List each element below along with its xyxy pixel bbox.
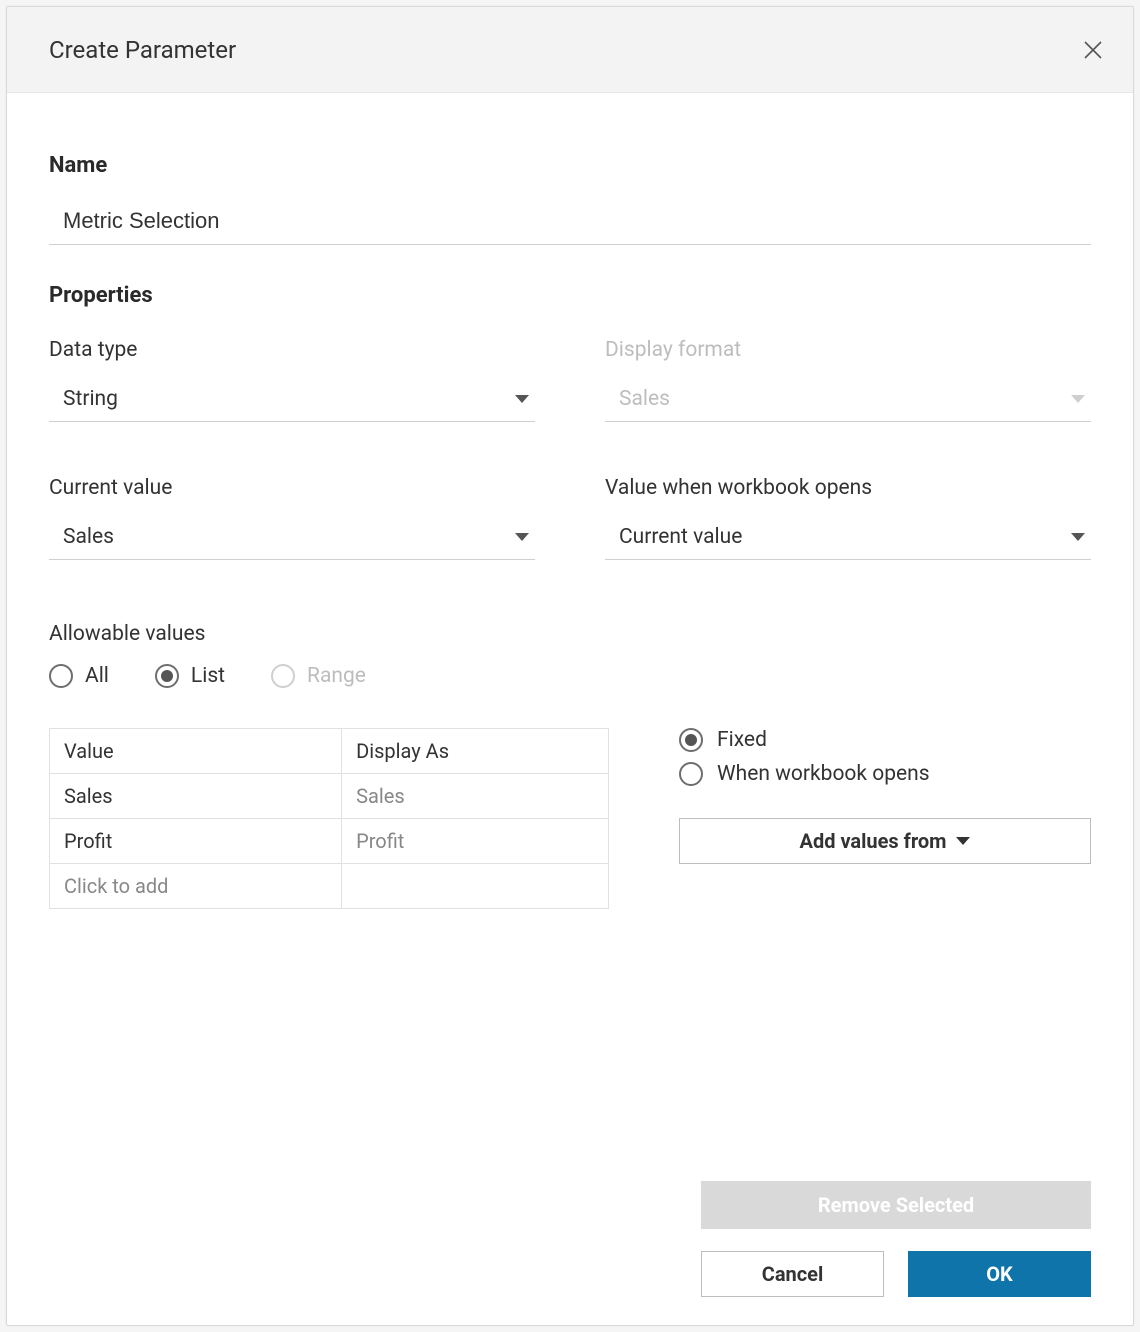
dialog-title: Create Parameter (49, 36, 236, 64)
display-format-select: Sales (605, 378, 1091, 422)
data-type-value: String (63, 387, 118, 411)
name-label: Name (49, 153, 1091, 178)
value-on-open-select[interactable]: Current value (605, 516, 1091, 560)
add-row-cell[interactable]: Click to add (50, 864, 342, 909)
dialog-content: Name Properties Data type String Display… (7, 93, 1133, 1325)
allowable-values-radios: All List Range (49, 664, 1091, 688)
close-icon[interactable] (1081, 38, 1105, 62)
properties-label: Properties (49, 283, 1091, 308)
radio-icon (49, 664, 73, 688)
titlebar: Create Parameter (7, 7, 1133, 93)
remove-selected-label: Remove Selected (818, 1193, 974, 1217)
radio-range: Range (271, 664, 366, 688)
radio-list[interactable]: List (155, 664, 225, 688)
cell-display[interactable]: Profit (342, 819, 609, 864)
chevron-down-icon (1071, 533, 1085, 541)
radio-all[interactable]: All (49, 664, 109, 688)
data-type-select[interactable]: String (49, 378, 535, 422)
data-type-label: Data type (49, 338, 535, 362)
add-values-from-button[interactable]: Add values from (679, 818, 1091, 864)
table-row[interactable]: Sales Sales (50, 774, 609, 819)
radio-icon (679, 728, 703, 752)
cell-display[interactable]: Sales (342, 774, 609, 819)
dialog-footer: Remove Selected Cancel OK (49, 1181, 1091, 1297)
radio-icon (679, 762, 703, 786)
allowable-values-label: Allowable values (49, 622, 1091, 646)
remove-selected-button: Remove Selected (701, 1181, 1091, 1229)
add-row-empty[interactable] (342, 864, 609, 909)
ok-label: OK (986, 1262, 1013, 1286)
display-format-label: Display format (605, 338, 1091, 362)
radio-icon (271, 664, 295, 688)
current-value-select[interactable]: Sales (49, 516, 535, 560)
radio-fixed[interactable]: Fixed (679, 728, 1091, 752)
table-row-add[interactable]: Click to add (50, 864, 609, 909)
chevron-down-icon (1071, 395, 1085, 403)
chevron-down-icon (515, 533, 529, 541)
ok-button[interactable]: OK (908, 1251, 1091, 1297)
chevron-down-icon (515, 395, 529, 403)
current-value-value: Sales (63, 525, 114, 549)
cancel-label: Cancel (762, 1262, 824, 1286)
value-on-open-value: Current value (619, 525, 742, 549)
radio-when-open[interactable]: When workbook opens (679, 762, 1091, 786)
radio-list-label: List (191, 664, 225, 688)
current-value-label: Current value (49, 476, 535, 500)
col-value: Value (50, 729, 342, 774)
name-input[interactable] (49, 198, 1091, 245)
add-values-label: Add values from (800, 829, 947, 853)
cell-value[interactable]: Sales (50, 774, 342, 819)
create-parameter-dialog: Create Parameter Name Properties Data ty… (6, 6, 1134, 1326)
chevron-down-icon (956, 837, 970, 845)
display-format-value: Sales (619, 387, 670, 411)
cell-value[interactable]: Profit (50, 819, 342, 864)
radio-all-label: All (85, 664, 109, 688)
radio-when-open-label: When workbook opens (717, 762, 930, 786)
table-row[interactable]: Profit Profit (50, 819, 609, 864)
cancel-button[interactable]: Cancel (701, 1251, 884, 1297)
values-table: Value Display As Sales Sales Profit Prof… (49, 728, 609, 909)
radio-fixed-label: Fixed (717, 728, 767, 752)
col-display-as: Display As (342, 729, 609, 774)
radio-range-label: Range (307, 664, 366, 688)
value-on-open-label: Value when workbook opens (605, 476, 1091, 500)
radio-icon (155, 664, 179, 688)
